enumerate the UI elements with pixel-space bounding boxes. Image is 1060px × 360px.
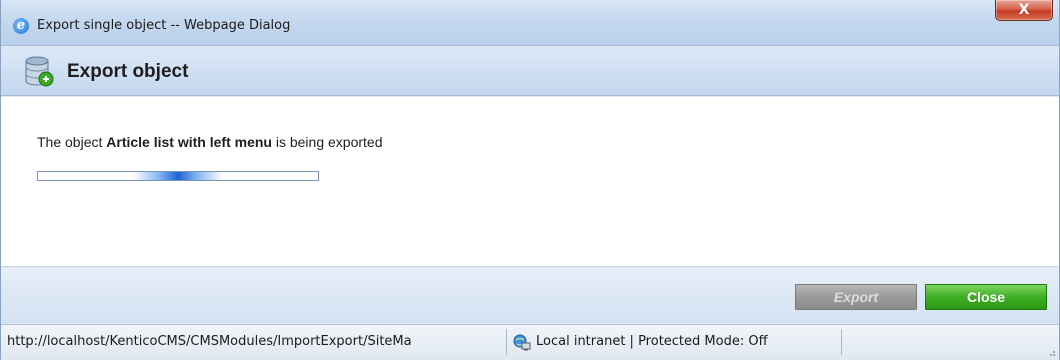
close-icon: X — [1018, 2, 1030, 18]
object-name: Article list with left menu — [106, 134, 272, 150]
status-divider — [506, 329, 507, 355]
export-button[interactable]: Export — [795, 284, 917, 310]
content-area: The object Article list with left menu i… — [1, 97, 1059, 267]
footer-bar: Export Close — [1, 268, 1059, 323]
status-divider — [841, 329, 842, 355]
internet-explorer-icon: e — [13, 18, 29, 34]
security-zone-label: Local intranet | Protected Mode: Off — [536, 334, 768, 349]
resize-grip-icon[interactable] — [1046, 347, 1056, 357]
progress-indicator — [133, 172, 223, 180]
title-bar: e Export single object -- Webpage Dialog… — [1, 0, 1059, 46]
export-status-message: The object Article list with left menu i… — [37, 134, 383, 150]
page-title: Export object — [67, 61, 189, 82]
window-close-button[interactable]: X — [995, 0, 1053, 21]
message-prefix: The object — [37, 134, 107, 150]
database-icon — [25, 56, 54, 87]
status-bar: http://localhost/KenticoCMS/CMSModules/I… — [1, 324, 1059, 360]
close-button[interactable]: Close — [925, 284, 1047, 310]
message-suffix: is being exported — [271, 134, 383, 150]
header-band: Export object — [1, 47, 1059, 96]
local-intranet-icon — [513, 334, 531, 351]
status-url: http://localhost/KenticoCMS/CMSModules/I… — [7, 334, 412, 349]
export-progress-bar — [37, 171, 319, 181]
dialog-window: e Export single object -- Webpage Dialog… — [0, 0, 1060, 360]
window-title: Export single object -- Webpage Dialog — [37, 18, 291, 33]
